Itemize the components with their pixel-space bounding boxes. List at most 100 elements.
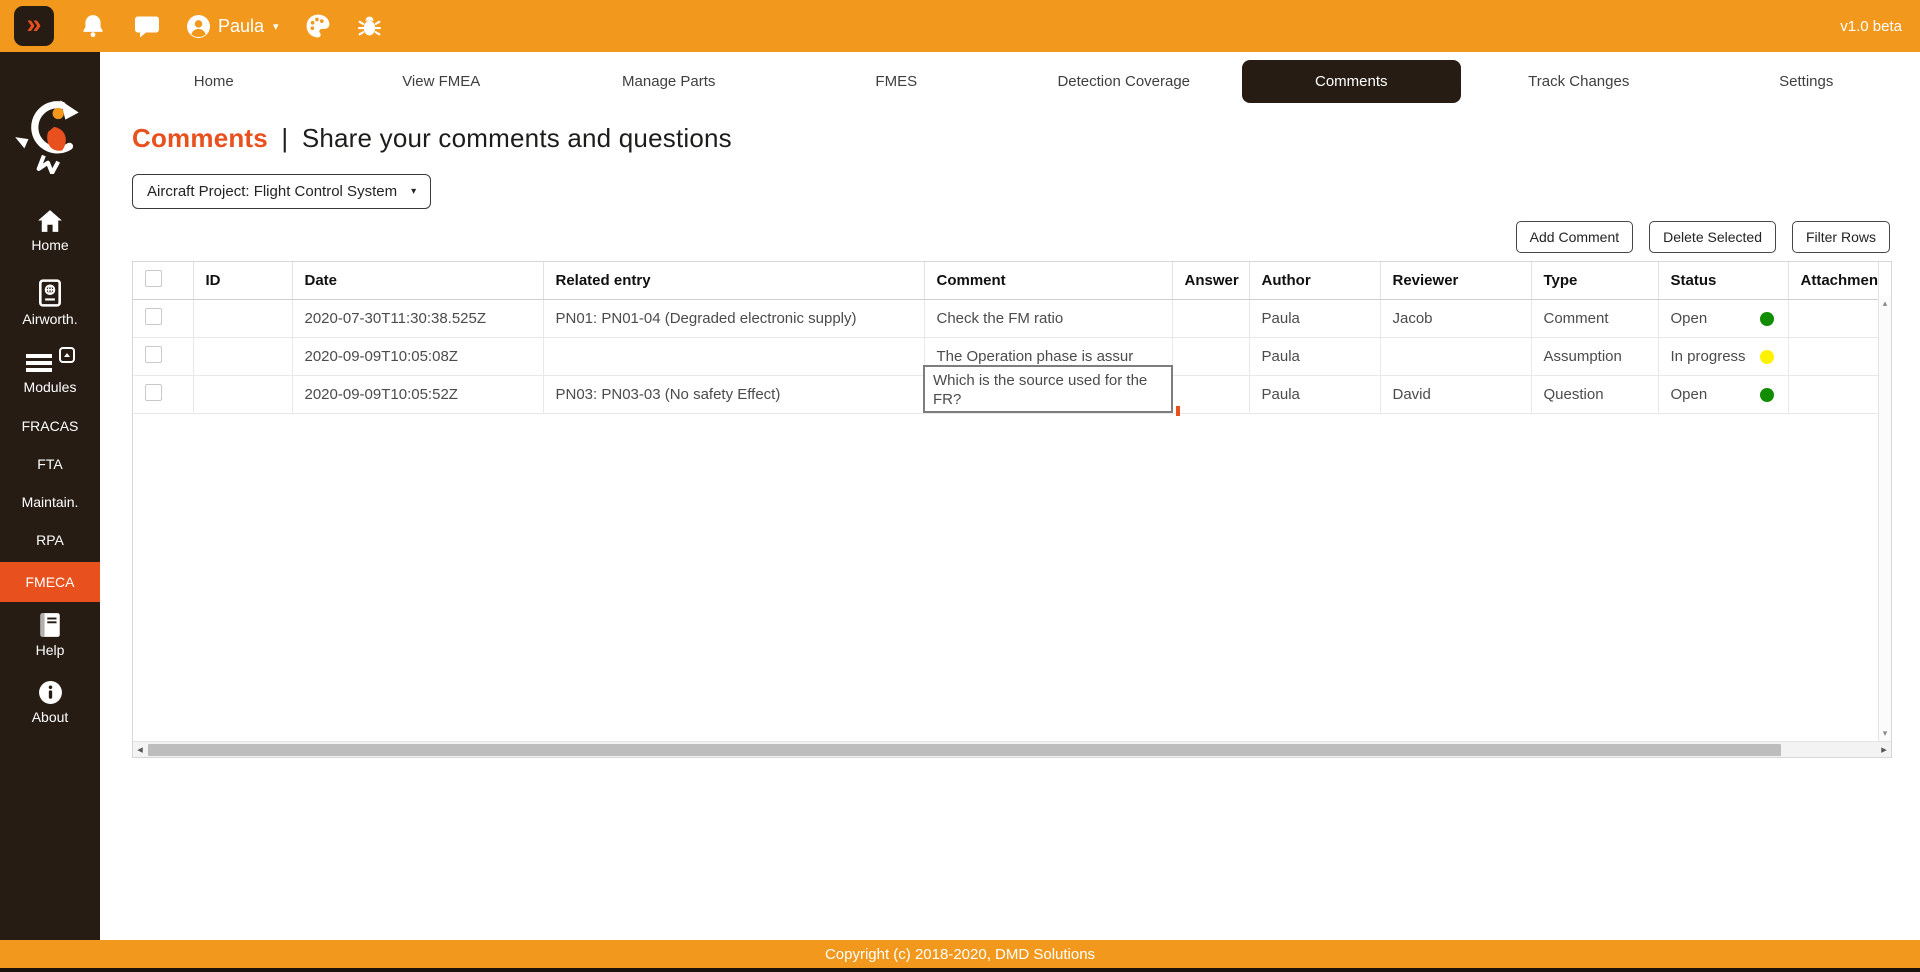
report-bug-button[interactable] [357,13,382,39]
tab-fmes[interactable]: FMES [787,60,1007,103]
cell-id [193,338,292,376]
sidebar-item-label: Modules [24,379,77,395]
scroll-up-arrow[interactable]: ▴ [1883,296,1888,311]
sidebar-item-label: Home [31,237,68,253]
tab-label: Track Changes [1528,73,1629,90]
cell-author: Paula [1249,376,1380,414]
cell-related-entry: PN03: PN03-03 (No safety Effect) [543,376,924,414]
comment-cell-editor[interactable]: Which is the source used for the FR? [923,365,1173,413]
table-header-row: ID Date Related entry Comment Answer Aut… [133,262,1878,300]
cell-status: Open [1658,300,1788,338]
tab-detection-coverage[interactable]: Detection Coverage [1014,60,1234,103]
messages-button[interactable] [132,14,160,39]
project-selector-label: Aircraft Project: Flight Control System [147,183,397,200]
user-name: Paula [218,16,264,37]
sidebar-item-home[interactable]: Home [0,209,100,253]
bug-icon [357,13,382,39]
sidebar-item-label: FTA [37,456,62,472]
cell-attachment [1788,338,1878,376]
add-comment-button[interactable]: Add Comment [1516,221,1633,253]
sidebar-item-label: FMECA [26,574,75,590]
page-subtitle: Share your comments and questions [302,123,732,153]
tab-comments[interactable]: Comments [1242,60,1462,103]
cell-date: 2020-09-09T10:05:08Z [292,338,543,376]
sidebar-item-about[interactable]: About [0,680,100,725]
sidebar-item-modules[interactable]: Modules [0,351,100,395]
delete-selected-button[interactable]: Delete Selected [1649,221,1776,253]
sidebar-item-fta[interactable]: FTA [0,445,100,483]
column-header-attachment: Attachment [1788,262,1878,300]
robin-logo[interactable] [13,92,87,179]
comments-table-container: ID Date Related entry Comment Answer Aut… [132,261,1892,758]
cell-date: 2020-09-09T10:05:52Z [292,376,543,414]
column-header-author: Author [1249,262,1380,300]
cell-answer [1172,376,1249,414]
cell-reviewer: David [1380,376,1531,414]
filter-rows-button[interactable]: Filter Rows [1792,221,1890,253]
cell-status: Open [1658,376,1788,414]
cell-type: Assumption [1531,338,1658,376]
cell-date: 2020-07-30T11:30:38.525Z [292,300,543,338]
project-selector-dropdown[interactable]: Aircraft Project: Flight Control System … [132,174,431,209]
theme-button[interactable] [305,13,331,39]
sidebar-item-maintain[interactable]: Maintain. [0,483,100,521]
column-header-type: Type [1531,262,1658,300]
tab-home[interactable]: Home [104,60,324,103]
scroll-right-arrow[interactable]: ▸ [1877,743,1891,756]
copyright-text: Copyright (c) 2018-2020, DMD Solutions [825,946,1095,963]
top-bar: » Paula ▾ [0,0,1920,52]
horizontal-scrollbar[interactable]: ◂ ▸ [133,741,1891,757]
tab-track-changes[interactable]: Track Changes [1469,60,1689,103]
table-row[interactable]: 2020-07-30T11:30:38.525Z PN01: PN01-04 (… [133,300,1878,338]
sidebar-item-label: FRACAS [22,418,79,434]
notifications-button[interactable] [80,13,106,39]
cell-comment[interactable]: Check the FM ratio [924,300,1172,338]
select-all-checkbox[interactable] [145,270,162,287]
sidebar-collapse-button[interactable]: » [14,6,54,46]
cell-type: Question [1531,376,1658,414]
page-header: Comments | Share your comments and quest… [132,123,1920,154]
modules-expand-icon[interactable] [59,347,75,363]
double-chevron-icon: » [26,11,41,38]
tab-settings[interactable]: Settings [1697,60,1917,103]
row-checkbox[interactable] [145,346,162,363]
cell-id [193,376,292,414]
cell-answer [1172,338,1249,376]
tab-label: View FMEA [402,73,480,90]
sidebar: Home Airworth. [0,52,100,940]
tab-view-fmea[interactable]: View FMEA [332,60,552,103]
sidebar-item-help[interactable]: Help [0,612,100,658]
horizontal-scroll-thumb[interactable] [148,744,1781,756]
tab-label: Manage Parts [622,73,715,90]
table-actions: Add Comment Delete Selected Filter Rows [100,221,1890,253]
chevron-down-icon: ▾ [411,186,416,197]
cell-author: Paula [1249,338,1380,376]
sidebar-item-fmeca[interactable]: FMECA [0,562,100,602]
sidebar-item-rpa[interactable]: RPA [0,521,100,559]
scroll-left-arrow[interactable]: ◂ [133,743,147,756]
user-menu[interactable]: Paula ▾ [186,14,279,39]
status-label: In progress [1671,348,1745,365]
cell-attachment [1788,300,1878,338]
row-checkbox[interactable] [145,384,162,401]
tab-manage-parts[interactable]: Manage Parts [559,60,779,103]
cell-id [193,300,292,338]
cell-attachment [1788,376,1878,414]
bottom-strip [0,968,1920,972]
column-header-comment: Comment [924,262,1172,300]
bell-icon [80,13,106,39]
sidebar-item-fracas[interactable]: FRACAS [0,407,100,445]
column-header-answer: Answer [1172,262,1249,300]
scroll-down-arrow[interactable]: ▾ [1883,726,1888,741]
vertical-scrollbar[interactable]: ▴ ▾ [1878,296,1891,741]
tab-bar: Home View FMEA Manage Parts FMES Detecti… [100,52,1920,103]
row-checkbox[interactable] [145,308,162,325]
palette-icon [305,13,331,39]
page-title: Comments [132,123,268,153]
cell-type: Comment [1531,300,1658,338]
home-icon [37,209,63,233]
chat-bubble-icon [132,14,160,39]
sidebar-item-airworthiness[interactable]: Airworth. [0,279,100,327]
status-dot-yellow [1760,350,1774,364]
cell-status: In progress [1658,338,1788,376]
